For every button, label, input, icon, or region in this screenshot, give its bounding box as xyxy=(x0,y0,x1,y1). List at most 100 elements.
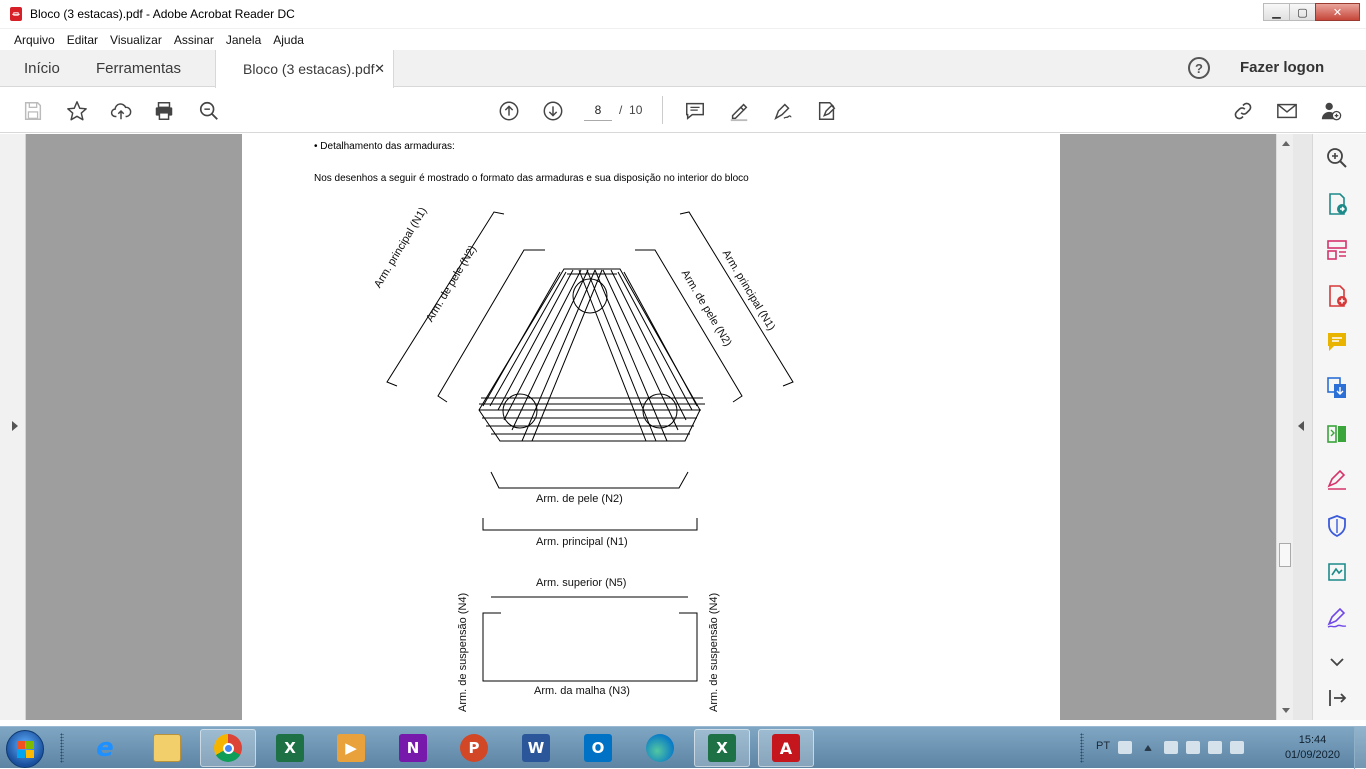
zoom-search-icon[interactable] xyxy=(197,99,221,123)
page-number-input[interactable]: 8 xyxy=(584,99,612,121)
keyboard-icon[interactable] xyxy=(1118,741,1132,754)
clock-date: 01/09/2020 xyxy=(1284,749,1340,761)
menu-assinar[interactable]: Assinar xyxy=(174,33,214,47)
action-center-flag-icon[interactable] xyxy=(1164,741,1178,754)
more-tools-chevron-icon[interactable] xyxy=(1325,650,1349,674)
draw-signature-icon[interactable] xyxy=(771,99,795,123)
toolbar-divider xyxy=(662,96,663,124)
vertical-scrollbar[interactable] xyxy=(1276,134,1293,720)
excel-icon[interactable]: X xyxy=(262,729,318,767)
start-button[interactable] xyxy=(6,730,44,768)
label-malha: Arm. da malha (N3) xyxy=(534,685,630,697)
tab-bar: Início Ferramentas Bloco (3 estacas).pdf… xyxy=(0,50,1366,88)
tab-document[interactable]: Bloco (3 estacas).pdf ✕ xyxy=(215,50,394,88)
highlight-pen-icon[interactable] xyxy=(727,99,751,123)
powerpoint-icon[interactable]: P xyxy=(446,729,502,767)
maximize-button[interactable]: ▢ xyxy=(1289,3,1316,21)
tab-tools[interactable]: Ferramentas xyxy=(96,50,181,87)
taskbar-grip xyxy=(60,733,64,763)
document-area: • Detalhamento das armaduras: Nos desenh… xyxy=(0,134,1312,720)
login-button[interactable]: Fazer logon xyxy=(1240,59,1324,76)
tab-home[interactable]: Início xyxy=(24,50,60,87)
pdf-page: • Detalhamento das armaduras: Nos desenh… xyxy=(242,134,1060,720)
tab-document-label: Bloco (3 estacas).pdf xyxy=(243,61,375,77)
onenote-icon[interactable]: N xyxy=(385,729,441,767)
acrobat-app-icon: ⏛ xyxy=(10,7,22,21)
previous-page-icon[interactable] xyxy=(497,99,521,123)
show-hidden-icons-icon[interactable] xyxy=(1144,745,1152,751)
label-principal-bottom: Arm. principal (N1) xyxy=(536,536,628,548)
close-button[interactable]: ✕ xyxy=(1315,3,1360,21)
menu-arquivo[interactable]: Arquivo xyxy=(14,33,55,47)
left-navigation-pane[interactable] xyxy=(0,134,26,720)
power-icon[interactable] xyxy=(1230,741,1244,754)
fill-and-sign-icon[interactable] xyxy=(1325,468,1349,492)
media-player-icon[interactable]: ▶ xyxy=(323,729,379,767)
label-superior: Arm. superior (N5) xyxy=(536,577,627,589)
acrobat-running-icon[interactable]: A xyxy=(758,729,814,767)
save-icon[interactable] xyxy=(21,99,45,123)
scroll-thumb[interactable] xyxy=(1279,543,1291,567)
chrome-icon[interactable] xyxy=(200,729,256,767)
create-pdf-icon[interactable] xyxy=(1325,284,1349,308)
windows-taskbar: e X ▶ N P W O X A PT 15:44 01/09/2020 xyxy=(0,726,1366,769)
page-separator: / xyxy=(619,103,623,117)
combine-files-icon[interactable] xyxy=(1325,376,1349,400)
reinforcement-drawing xyxy=(386,211,794,682)
tray-grip xyxy=(1080,733,1084,763)
next-page-icon[interactable] xyxy=(541,99,565,123)
organize-pages-icon[interactable] xyxy=(1325,238,1349,262)
protect-shield-icon[interactable] xyxy=(1325,514,1349,538)
show-desktop-button[interactable] xyxy=(1354,727,1366,769)
menu-bar: Arquivo Editar Visualizar Assinar Janela… xyxy=(0,30,1366,50)
menu-janela[interactable]: Janela xyxy=(226,33,261,47)
system-tray: PT 15:44 01/09/2020 xyxy=(1076,727,1366,769)
outlook-icon[interactable]: O xyxy=(570,729,626,767)
export-pdf-icon[interactable] xyxy=(1325,192,1349,216)
collapse-right-pane-icon[interactable] xyxy=(1298,421,1304,431)
add-user-icon[interactable] xyxy=(1319,99,1343,123)
volume-icon[interactable] xyxy=(1186,741,1200,754)
expand-left-pane-icon[interactable] xyxy=(12,421,18,431)
help-icon[interactable]: ? xyxy=(1188,57,1210,79)
minimize-button[interactable]: ▁ xyxy=(1263,3,1290,21)
scroll-down-icon[interactable] xyxy=(1282,708,1290,713)
enhance-scan-icon[interactable] xyxy=(1325,146,1349,170)
send-for-signature-icon[interactable] xyxy=(1325,560,1349,584)
edge-icon[interactable] xyxy=(632,729,688,767)
email-icon[interactable] xyxy=(1275,99,1299,123)
internet-explorer-icon[interactable]: e xyxy=(77,729,133,767)
excel-running-icon[interactable]: X xyxy=(694,729,750,767)
file-explorer-icon[interactable] xyxy=(139,729,195,767)
comment-icon[interactable] xyxy=(683,99,707,123)
print-icon[interactable] xyxy=(152,99,176,123)
clock[interactable]: 15:44 01/09/2020 xyxy=(1285,733,1340,763)
compare-files-icon[interactable] xyxy=(1325,422,1349,446)
scroll-up-icon[interactable] xyxy=(1282,141,1290,146)
language-indicator[interactable]: PT xyxy=(1096,740,1110,752)
fill-sign-icon[interactable] xyxy=(815,99,839,123)
close-tab-icon[interactable]: ✕ xyxy=(374,61,385,77)
menu-editar[interactable]: Editar xyxy=(67,33,98,47)
label-suspensao-right: Arm. de suspensão (N4) xyxy=(708,592,720,712)
title-bar: ⏛ Bloco (3 estacas).pdf - Adobe Acrobat … xyxy=(0,0,1366,29)
window-title: Bloco (3 estacas).pdf - Adobe Acrobat Re… xyxy=(30,7,295,21)
tools-pane xyxy=(1312,134,1366,720)
upload-cloud-icon[interactable] xyxy=(109,99,133,123)
comment-tool-icon[interactable] xyxy=(1325,330,1349,354)
bookmark-star-icon[interactable] xyxy=(65,99,89,123)
menu-ajuda[interactable]: Ajuda xyxy=(273,33,304,47)
label-pele-bottom: Arm. de pele (N2) xyxy=(536,493,623,505)
collapse-tools-pane-icon[interactable] xyxy=(1325,686,1349,710)
clock-time: 15:44 xyxy=(1298,734,1327,746)
window-controls: ▁ ▢ ✕ xyxy=(1263,3,1360,21)
menu-visualizar[interactable]: Visualizar xyxy=(110,33,162,47)
total-pages: 10 xyxy=(629,103,643,117)
toolbar: 8 / 10 xyxy=(0,88,1366,133)
share-link-icon[interactable] xyxy=(1231,99,1255,123)
word-icon[interactable]: W xyxy=(508,729,564,767)
network-icon[interactable] xyxy=(1208,741,1222,754)
sign-pen-icon[interactable] xyxy=(1325,606,1349,630)
windows-logo-icon xyxy=(17,741,34,758)
page-count: / 10 xyxy=(619,103,642,117)
